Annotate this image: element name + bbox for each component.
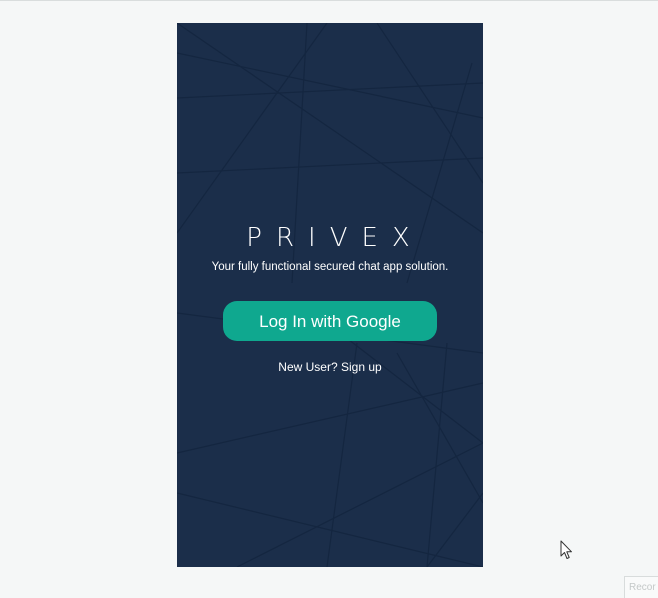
signup-prompt: New User? Sign up — [177, 360, 483, 374]
app-tagline: Your fully functional secured chat app s… — [211, 261, 449, 273]
signup-link[interactable]: Sign up — [341, 360, 382, 374]
recording-badge: Recor — [624, 576, 658, 598]
window-top-border — [0, 0, 658, 1]
google-login-button[interactable]: Log In with Google — [223, 301, 437, 341]
mouse-pointer-icon — [560, 540, 572, 559]
login-screen: PRIVEX Your fully functional secured cha… — [177, 23, 483, 567]
app-logo: PRIVEX — [246, 223, 424, 253]
login-content: PRIVEX Your fully functional secured cha… — [177, 23, 483, 567]
signup-question: New User? — [278, 360, 338, 374]
